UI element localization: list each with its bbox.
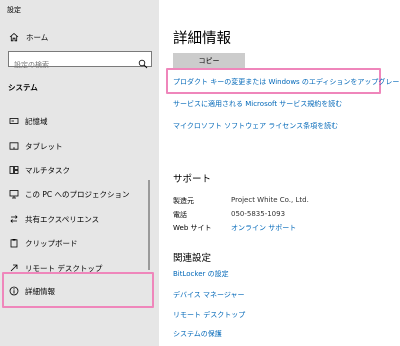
sidebar-item-storage[interactable]: 記憶域: [0, 114, 159, 128]
clipboard-icon: [8, 238, 19, 249]
sidebar-item-label: タブレット: [25, 141, 63, 151]
sidebar-item-label: 記憶域: [25, 116, 48, 126]
sidebar-item-label: クリップボード: [25, 238, 78, 248]
home-label: ホーム: [26, 32, 49, 42]
home-icon: [8, 31, 20, 43]
link-change-product-key[interactable]: プロダクト キーの変更または Windows のエディションをアップグレード: [173, 77, 400, 87]
search-box[interactable]: [8, 51, 152, 72]
search-input[interactable]: [9, 58, 129, 72]
link-device-manager[interactable]: デバイス マネージャー: [173, 290, 245, 300]
link-remote-desktop[interactable]: リモート デスクトップ: [173, 310, 245, 320]
support-value-manufacturer: Project White Co., Ltd.: [231, 196, 309, 204]
sidebar-item-label: この PC へのプロジェクション: [25, 189, 130, 199]
sidebar-item-tablet[interactable]: タブレット: [0, 139, 159, 153]
sidebar-item-shared-experiences[interactable]: 共有エクスペリエンス: [0, 212, 159, 226]
support-value-phone: 050-5835-1093: [231, 210, 286, 218]
related-settings-heading: 関連設定: [173, 253, 212, 264]
link-bitlocker-settings[interactable]: BitLocker の設定: [173, 269, 229, 279]
sidebar-item-label: マルチタスク: [25, 165, 70, 175]
link-software-license-terms[interactable]: マイクロソフト ソフトウェア ライセンス条項を読む: [173, 121, 338, 131]
multitasking-icon: [8, 165, 19, 176]
sidebar-item-clipboard[interactable]: クリップボード: [0, 236, 159, 250]
link-microsoft-services-agreement[interactable]: サービスに適用される Microsoft サービス規約を読む: [173, 99, 342, 109]
copy-button[interactable]: コピー: [173, 53, 245, 68]
sidebar-item-multitasking[interactable]: マルチタスク: [0, 163, 159, 177]
sidebar: 設定 ホーム システム 記憶域 タブレット マルチタスク: [0, 0, 159, 346]
page-title: 詳細情報: [173, 31, 231, 47]
shared-experiences-icon: [8, 214, 19, 225]
storage-icon: [8, 116, 19, 127]
support-heading: サポート: [173, 174, 212, 185]
sidebar-scrollbar[interactable]: [148, 180, 150, 270]
link-system-protection[interactable]: システムの保護: [173, 329, 222, 339]
tablet-icon: [8, 141, 19, 152]
support-label-website: Web サイト: [173, 224, 212, 232]
home-nav[interactable]: ホーム: [8, 31, 48, 43]
support-label-phone: 電話: [173, 211, 187, 219]
section-title: システム: [8, 83, 38, 92]
projection-icon: [8, 189, 19, 200]
sidebar-item-projection[interactable]: この PC へのプロジェクション: [0, 187, 159, 201]
sidebar-item-label: 共有エクスペリエンス: [25, 214, 100, 224]
support-label-manufacturer: 製造元: [173, 197, 194, 205]
search-icon[interactable]: [138, 54, 148, 69]
link-online-support[interactable]: オンライン サポート: [231, 223, 296, 233]
window-title: 設定: [7, 6, 21, 14]
highlight-box-about: [2, 272, 154, 308]
